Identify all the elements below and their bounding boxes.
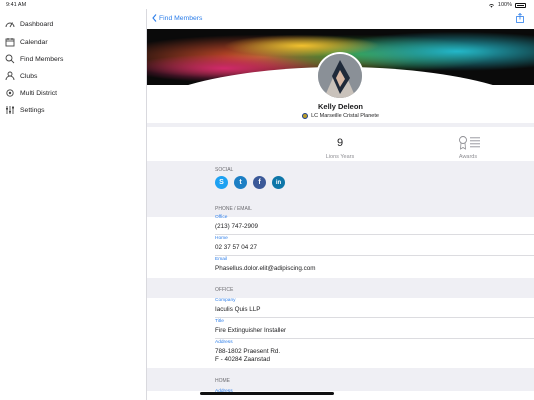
avatar	[316, 52, 364, 100]
office-phone-value[interactable]: (213) 747-2909	[215, 223, 258, 230]
email-value[interactable]: Phasellus.dolor.elit@adipiscing.com	[215, 265, 316, 272]
sidebar-item-label: Clubs	[20, 72, 38, 80]
member-name: Kelly Deleon	[317, 102, 363, 111]
back-label: Find Members	[159, 14, 203, 22]
section-social: SOCIAL	[147, 161, 534, 197]
office-header: OFFICE	[215, 287, 234, 293]
social-links: S t f in	[215, 176, 285, 189]
lions-years-label: Lions Years	[325, 154, 355, 160]
battery-percent: 100%	[497, 2, 512, 8]
settings-icon	[4, 105, 15, 116]
sidebar-item-label: Find Members	[20, 55, 64, 63]
sidebar-item-find-members[interactable]: Find Members	[4, 52, 139, 66]
sidebar-item-multi-district[interactable]: Multi District	[4, 86, 139, 100]
battery-icon	[515, 2, 526, 8]
status-bar: 9:41 AM 100%	[0, 0, 534, 9]
calendar-icon	[4, 37, 15, 48]
facebook-icon[interactable]: f	[253, 176, 266, 189]
sidebar-item-label: Calendar	[20, 38, 48, 46]
company-label: Company	[215, 298, 236, 303]
office-address-label: Address	[215, 340, 233, 345]
section-office: OFFICE	[147, 278, 534, 298]
email-label: Email	[215, 257, 227, 262]
wifi-icon	[488, 3, 494, 8]
share-icon[interactable]	[516, 13, 524, 23]
office-phone-label: Office	[215, 215, 228, 220]
awards-icon[interactable]	[458, 135, 482, 151]
linkedin-icon[interactable]: in	[272, 176, 285, 189]
sidebar: Dashboard Calendar Find Members Clubs Mu…	[0, 9, 147, 400]
title-label: Title	[215, 319, 224, 324]
sidebar-item-label: Dashboard	[20, 20, 54, 28]
social-header: SOCIAL	[215, 167, 234, 173]
home-phone-label: Home	[215, 236, 228, 241]
sidebar-item-label: Settings	[20, 106, 45, 114]
title-value: Fire Extinguisher Installer	[215, 327, 287, 334]
status-time: 9:41 AM	[6, 2, 27, 8]
section-home: HOME	[147, 368, 534, 391]
profile-photo	[318, 54, 362, 98]
sidebar-item-calendar[interactable]: Calendar	[4, 35, 139, 49]
awards-label: Awards	[458, 154, 478, 160]
navigation-bar: Find Members	[147, 9, 534, 29]
member-club: LC Marseille Cristal Planete	[147, 113, 534, 119]
home-header: HOME	[215, 378, 230, 384]
member-detail: Find Members Kelly Deleon LC Marseille C…	[147, 9, 534, 400]
find-members-icon	[4, 54, 15, 65]
multi-district-icon	[4, 88, 15, 99]
dashboard-icon	[4, 19, 15, 30]
club-name: LC Marseille Cristal Planete	[311, 113, 379, 119]
lions-years-value: 9	[336, 137, 344, 149]
clubs-icon	[4, 71, 15, 82]
home-indicator	[200, 392, 334, 395]
skype-icon[interactable]: S	[215, 176, 228, 189]
back-button[interactable]: Find Members	[152, 14, 202, 22]
phone-email-header: PHONE / EMAIL	[215, 206, 252, 212]
company-value: Iaculis Quis LLP	[215, 306, 261, 313]
sidebar-item-settings[interactable]: Settings	[4, 103, 139, 117]
sidebar-item-dashboard[interactable]: Dashboard	[4, 17, 139, 31]
chevron-left-icon	[152, 14, 157, 22]
sidebar-item-clubs[interactable]: Clubs	[4, 69, 139, 83]
office-address-line2[interactable]: F - 40284 Zaanstad	[215, 356, 270, 363]
home-phone-value[interactable]: 02 37 57 04 27	[215, 244, 257, 251]
section-phone-email: PHONE / EMAIL	[147, 197, 534, 217]
twitter-icon[interactable]: t	[234, 176, 247, 189]
stats-row: 9 Lions Years Awards	[147, 127, 534, 161]
club-logo-icon	[302, 113, 309, 119]
sidebar-item-label: Multi District	[20, 89, 58, 97]
office-address-line1[interactable]: 788-1802 Praesent Rd.	[215, 348, 280, 355]
